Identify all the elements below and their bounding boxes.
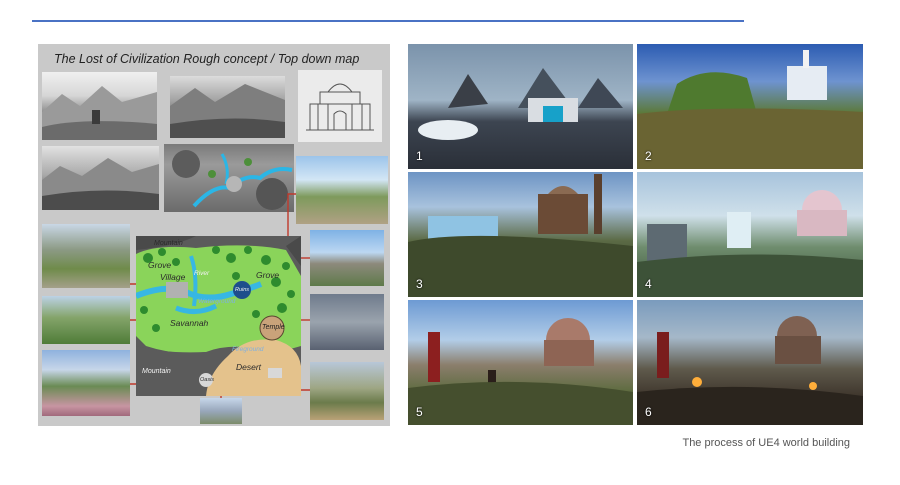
top-down-map: Mountain Grove Village River Ruins Grove… (136, 236, 301, 396)
map-label-mountain-top: Mountain (154, 240, 183, 247)
world-building-step-4: 4 (637, 172, 863, 297)
map-label-ruins: Ruins (235, 287, 250, 293)
concept-board: The Lost of Civilization Rough concept /… (38, 44, 390, 426)
map-label-mountain-bottom: Mountain (142, 368, 171, 375)
top-divider-line (32, 20, 744, 22)
map-label-oasis: Oasis (200, 377, 215, 383)
step-number-3: 3 (416, 277, 423, 291)
world-building-step-3: 3 (408, 172, 633, 297)
step-number-5: 5 (416, 405, 423, 419)
map-label-river: River (194, 270, 210, 277)
map-label-savannah: Savannah (170, 318, 209, 328)
step-number-2: 2 (645, 149, 652, 163)
step-number-6: 6 (645, 405, 652, 419)
world-building-step-2: 2 (637, 44, 863, 169)
world-building-step-1: 1 (408, 44, 633, 169)
map-label-grove-right: Grove (256, 270, 280, 280)
map-label-desert: Desert (236, 362, 262, 372)
map-label-waterground: Waterground (198, 298, 236, 305)
map-label-temple: Temple (262, 324, 285, 331)
step-number-4: 4 (645, 277, 652, 291)
map-label-grove-left: Grove (148, 260, 172, 270)
world-building-step-6: 6 (637, 300, 863, 425)
world-building-step-5: 5 (408, 300, 633, 425)
slide-caption: The process of UE4 world building (682, 437, 850, 449)
map-label-village: Village (160, 272, 186, 282)
map-label-fireground: Fireground (232, 346, 264, 353)
step-number-1: 1 (416, 149, 423, 163)
